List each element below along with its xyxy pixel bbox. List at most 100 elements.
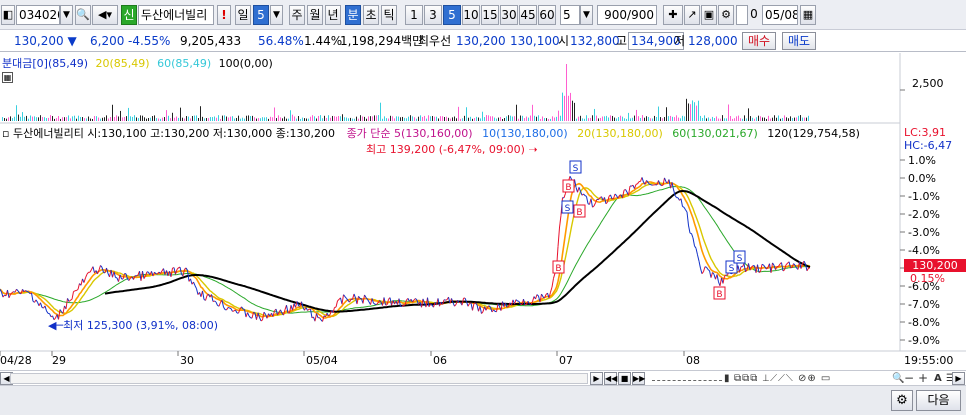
volume-bar (808, 115, 809, 121)
trend-tool-icon[interactable]: ↗ (684, 5, 700, 25)
price-segment (296, 301, 299, 307)
volume-bar (652, 118, 653, 121)
period-second-button[interactable]: 초 (363, 5, 379, 25)
y-tick: 1.0% (908, 154, 936, 167)
volume-bar (646, 116, 647, 121)
save-icon[interactable]: ▣ (701, 5, 717, 25)
interval-select-arrow-icon[interactable]: ▼ (580, 5, 593, 25)
volume-bar (352, 118, 353, 121)
low-annotation: ◀─최저 125,300 (3,91%, 08:00) (48, 319, 218, 332)
interval-45-button[interactable]: 45 (519, 5, 537, 25)
calendar-icon[interactable]: ▦ (800, 5, 816, 25)
volume-bar (16, 105, 17, 121)
date-field[interactable]: 05/08 (762, 5, 798, 25)
volume-bar (412, 116, 413, 121)
minus-icon[interactable]: − (904, 372, 914, 385)
period-count-field[interactable]: 5 (253, 5, 269, 25)
stop-icon[interactable]: ■ (618, 372, 631, 385)
plus-icon[interactable]: + (918, 372, 928, 385)
play-icon[interactable]: ▶ (590, 372, 603, 385)
volume-bar (228, 117, 229, 121)
volume-bar (254, 117, 255, 121)
moving-average-lines (0, 181, 811, 319)
price-change-percent: -4.55% (128, 34, 171, 48)
period-month-button[interactable]: 월 (307, 5, 323, 25)
period-year-button[interactable]: 년 (325, 5, 341, 25)
warning-button[interactable]: ! (217, 5, 231, 25)
font-size-icon[interactable]: A (934, 372, 942, 385)
volume-bar (112, 104, 113, 121)
indicator-add-icon[interactable]: ✚ (663, 5, 683, 25)
volume-bar (420, 115, 421, 121)
interval-3-button[interactable]: 3 (424, 5, 442, 25)
buy-button[interactable]: 매수 (742, 32, 776, 50)
period-day-button[interactable]: 일 (235, 5, 251, 25)
price-segment (691, 233, 694, 239)
price-legend-ma5: 종가 단순 5(130,160,00) (346, 127, 473, 140)
price-segment (586, 196, 589, 204)
volume-bar (594, 108, 595, 121)
interval-select[interactable]: 5 (560, 5, 580, 25)
interval-15-button[interactable]: 15 (481, 5, 499, 25)
rewind-icon[interactable]: ◀◀ (604, 372, 617, 385)
period-tick-button[interactable]: 틱 (381, 5, 397, 25)
drawing-tools-icon[interactable]: ⧉⧉⧉ ⟂⟋⟋⟍ ⊘⊕ ▭ (734, 372, 831, 385)
search-icon[interactable]: 🔍 (75, 5, 91, 25)
sell-button[interactable]: 매도 (782, 32, 816, 50)
interval-5-button[interactable]: 5 (443, 5, 461, 25)
chart-area[interactable]: BBSSBBSS 분대금[0](85,49) 20(85,49) 60(85,4… (0, 53, 966, 370)
volume-bar (392, 116, 393, 121)
zoom-handle-icon[interactable]: ▮ (724, 372, 730, 385)
fast-forward-icon[interactable]: ▶▶ (632, 372, 645, 385)
volume-bar (598, 118, 599, 121)
volume-bar (350, 117, 351, 121)
period-count-dropdown-icon[interactable]: ▼ (270, 5, 283, 25)
price-segment (703, 266, 706, 272)
volume-bar (460, 118, 461, 121)
interval-30-button[interactable]: 30 (500, 5, 518, 25)
price-segment (680, 198, 683, 207)
volume-bar (84, 118, 85, 121)
price-segment (593, 202, 596, 207)
option-checkbox[interactable] (736, 5, 748, 25)
zoom-in-icon[interactable]: 🔍 (892, 372, 904, 385)
volume-bar (202, 116, 203, 121)
interval-1-button[interactable]: 1 (405, 5, 423, 25)
period-week-button[interactable]: 주 (289, 5, 305, 25)
volume-bar (574, 102, 575, 121)
horizontal-scrollbar[interactable] (10, 373, 588, 384)
volume-bar (506, 116, 507, 121)
price-segment (605, 201, 608, 205)
next-button[interactable]: 다음 (916, 390, 961, 411)
interval-10-button[interactable]: 10 (462, 5, 480, 25)
price-segment (62, 305, 65, 314)
scroll-right-icon[interactable]: ▶ (952, 372, 965, 385)
volume-bar (110, 117, 111, 121)
interval-60-button[interactable]: 60 (538, 5, 556, 25)
price-segment (49, 313, 52, 318)
price-segment (146, 271, 149, 273)
price-segment (11, 291, 14, 294)
price-segment (692, 237, 695, 247)
price-segment (337, 299, 340, 302)
window-menu-icon[interactable]: ◧ (1, 5, 15, 25)
stock-code-input[interactable]: 034020 (16, 5, 60, 25)
stock-name-field[interactable]: 두산에너빌리 (138, 5, 214, 25)
volume-bar (484, 117, 485, 121)
code-dropdown-arrow-icon[interactable]: ▼ (60, 5, 73, 25)
pane-table-icon[interactable]: ▦ (2, 72, 13, 83)
volume-bar (508, 115, 509, 121)
speaker-dropdown-icon[interactable]: ◀▾ (92, 5, 118, 25)
settings-gear-icon[interactable]: ⚙ (891, 390, 913, 411)
bar-count-field[interactable]: 900/900 (597, 5, 657, 25)
volume-bar (494, 117, 495, 121)
period-minute-button[interactable]: 분 (345, 5, 361, 25)
volume-bar (670, 115, 671, 121)
volume-bar (442, 116, 443, 121)
volume-bar (300, 118, 301, 121)
zoom-slider[interactable] (652, 372, 722, 381)
settings-gear-icon[interactable]: ⚙ (718, 5, 734, 25)
volume-bar (466, 107, 467, 121)
volume-bar (130, 116, 131, 121)
pane-menu-icon[interactable]: ▫ (2, 127, 9, 140)
